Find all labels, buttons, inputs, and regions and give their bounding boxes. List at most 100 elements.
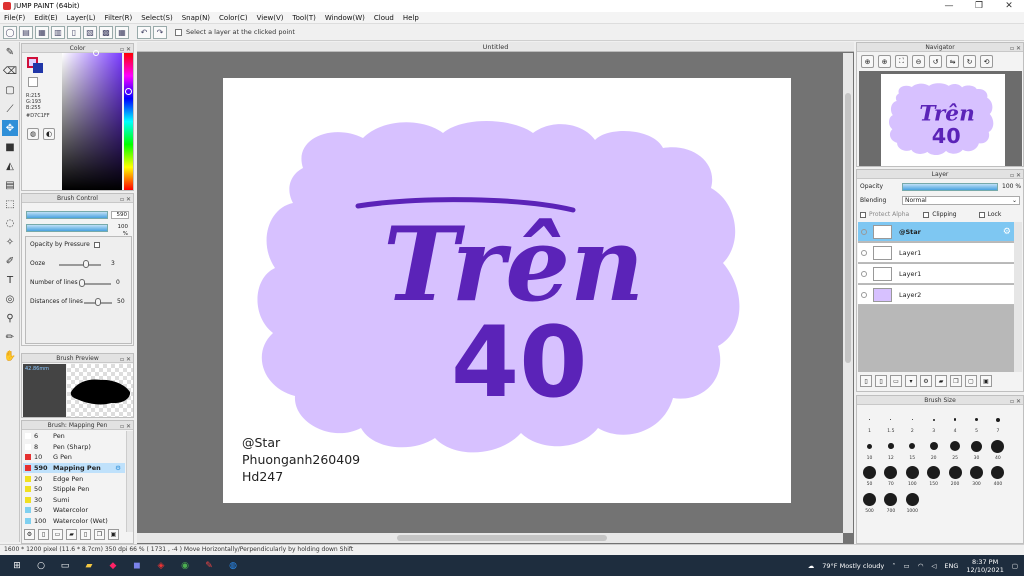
new-brush-icon[interactable]: ▯ <box>38 529 49 540</box>
brush-size-option[interactable]: 7 <box>987 412 1008 434</box>
layer-item[interactable]: Layer1 <box>858 264 1014 284</box>
visibility-icon[interactable] <box>861 249 867 256</box>
menu-select[interactable]: Select(S) <box>141 14 173 22</box>
brush-settings-icon[interactable]: ⚙ <box>24 529 35 540</box>
layer-menu-icon[interactable]: ▾ <box>905 375 917 387</box>
blending-select[interactable]: Normal ⌄ <box>902 196 1020 205</box>
select-rect-icon[interactable]: ▢ <box>2 82 18 98</box>
delete-brush-icon[interactable]: ▣ <box>108 529 119 540</box>
brush-size-option[interactable]: 25 <box>945 439 966 461</box>
zalo-icon[interactable]: ◍ <box>226 559 240 573</box>
panel-close-icon[interactable]: ▫ ✕ <box>120 195 131 204</box>
brush-list-item[interactable]: 10 G Pen <box>23 452 125 463</box>
sv-cursor[interactable] <box>93 50 99 56</box>
menu-snap[interactable]: Snap(N) <box>182 14 210 22</box>
panel-close-icon[interactable]: ▫ ✕ <box>120 422 131 431</box>
windows-start-icon[interactable]: ⊞ <box>10 559 24 573</box>
brush-page-icon[interactable]: ▯ <box>80 529 91 540</box>
brush-size-option[interactable]: 20 <box>923 439 944 461</box>
menu-window[interactable]: Window(W) <box>325 14 365 22</box>
layer-item[interactable]: Layer2 <box>858 285 1014 305</box>
canvas-horizontal-scrollbar[interactable] <box>137 533 843 543</box>
tray-chevron-icon[interactable]: ˄ <box>892 562 895 570</box>
clock[interactable]: 8:37 PM 12/10/2021 <box>966 558 1003 574</box>
zoom-in-alt-icon[interactable]: ⊕ <box>878 55 891 68</box>
brush-size-option[interactable]: 400 <box>987 465 1008 487</box>
maximize-icon[interactable]: ❐ <box>964 0 994 12</box>
visibility-icon[interactable] <box>861 228 867 235</box>
panel-close-icon[interactable]: ▫ ✕ <box>1010 171 1021 180</box>
gradient-icon[interactable]: ▤ <box>2 177 18 193</box>
search-icon[interactable]: ○ <box>34 559 48 573</box>
brush-size-option[interactable]: 1 <box>859 412 880 434</box>
zoom-out-icon[interactable]: ⊖ <box>912 55 925 68</box>
undo-icon[interactable]: ↶ <box>137 25 151 39</box>
bucket-icon[interactable]: ◭ <box>2 158 18 174</box>
brush-size-option[interactable]: 70 <box>880 465 901 487</box>
protect-alpha-checkbox[interactable] <box>860 211 866 218</box>
select-pen-icon[interactable]: ✐ <box>2 253 18 269</box>
layer-list-scrollbar[interactable] <box>1014 222 1022 372</box>
flip-icon[interactable]: ⇋ <box>946 55 959 68</box>
brush-list-item[interactable]: 50 Stipple Pen <box>23 484 125 495</box>
document-tab[interactable]: Untitled <box>137 42 854 52</box>
distance-knob[interactable] <box>95 298 101 306</box>
merge-layer-icon[interactable]: ❐ <box>950 375 962 387</box>
brush-copy-icon[interactable]: ❐ <box>94 529 105 540</box>
brush-size-option[interactable]: 30 <box>966 439 987 461</box>
panel-close-icon[interactable]: ▫ ✕ <box>1010 44 1021 53</box>
brush-size-option[interactable]: 5 <box>966 412 987 434</box>
brush-size-option[interactable]: 500 <box>859 492 880 514</box>
new-tone-layer-icon[interactable]: ▭ <box>890 375 902 387</box>
page-icon[interactable]: ▯ <box>67 25 81 39</box>
pen-tool-icon[interactable]: ✎ <box>2 44 18 60</box>
hand-tool-icon[interactable]: ✋ <box>2 348 18 364</box>
menu-edit[interactable]: Edit(E) <box>34 14 57 22</box>
hue-cursor[interactable] <box>125 88 132 95</box>
copy-layer-icon[interactable]: ▢ <box>965 375 977 387</box>
brush-size-option[interactable]: 1000 <box>902 492 923 514</box>
weather-text[interactable]: 79°F Mostly cloudy <box>822 562 884 570</box>
panel-close-icon[interactable]: ▫ ✕ <box>1010 397 1021 406</box>
brush-size-option[interactable]: 150 <box>923 465 944 487</box>
open-file-icon[interactable]: ▤ <box>19 25 33 39</box>
layer-opacity-slider[interactable] <box>902 183 998 191</box>
language-indicator[interactable]: ENG <box>944 562 958 570</box>
brush-size-option[interactable]: 700 <box>880 492 901 514</box>
notification-icon[interactable]: ▢ <box>1012 562 1018 570</box>
redo-icon[interactable]: ↷ <box>153 25 167 39</box>
reset-view-icon[interactable]: ⟲ <box>980 55 993 68</box>
fill-rect-icon[interactable]: ■ <box>2 139 18 155</box>
menu-view[interactable]: View(V) <box>257 14 284 22</box>
table-icon[interactable]: ▦ <box>115 25 129 39</box>
saturation-value-picker[interactable] <box>62 53 122 190</box>
layout-icon[interactable]: ▩ <box>99 25 113 39</box>
layer-item[interactable]: Layer1 <box>858 243 1014 263</box>
rotate-right-icon[interactable]: ↻ <box>963 55 976 68</box>
eyedropper-icon[interactable]: ⚲ <box>2 310 18 326</box>
new-layer-icon[interactable]: ▯ <box>860 375 872 387</box>
brush-list-item[interactable]: 20 Edge Pen <box>23 473 125 484</box>
brush-size-option[interactable]: 40 <box>987 439 1008 461</box>
menu-help[interactable]: Help <box>403 14 419 22</box>
file-explorer-icon[interactable]: ▰ <box>82 559 96 573</box>
opacity-pressure-checkbox[interactable] <box>93 241 100 248</box>
wifi-icon[interactable]: ◠ <box>918 562 924 570</box>
transparent-swatch[interactable] <box>28 77 38 87</box>
save-icon[interactable]: ▦ <box>35 25 49 39</box>
brush-list-item[interactable]: 100 Watercolor (Wet) <box>23 516 125 527</box>
background-swatch[interactable] <box>33 63 43 73</box>
selection-icon[interactable]: ⬚ <box>2 196 18 212</box>
print-icon[interactable]: ▥ <box>51 25 65 39</box>
zoom-in-icon[interactable]: ⊕ <box>861 55 874 68</box>
brush-tool-icon[interactable]: ✏ <box>2 329 18 345</box>
line-tool-icon[interactable]: ⟋ <box>2 101 18 117</box>
grid-icon[interactable]: ▧ <box>83 25 97 39</box>
menu-layer[interactable]: Layer(L) <box>67 14 96 22</box>
brush-list-item[interactable]: 6 Pen <box>23 431 125 442</box>
fit-icon[interactable]: ⛶ <box>895 55 908 68</box>
brush-size-option[interactable]: 300 <box>966 465 987 487</box>
minimize-icon[interactable]: — <box>934 0 964 12</box>
menu-cloud[interactable]: Cloud <box>374 14 394 22</box>
brush-list-item[interactable]: 590 Mapping Pen ⚙ <box>23 462 125 474</box>
